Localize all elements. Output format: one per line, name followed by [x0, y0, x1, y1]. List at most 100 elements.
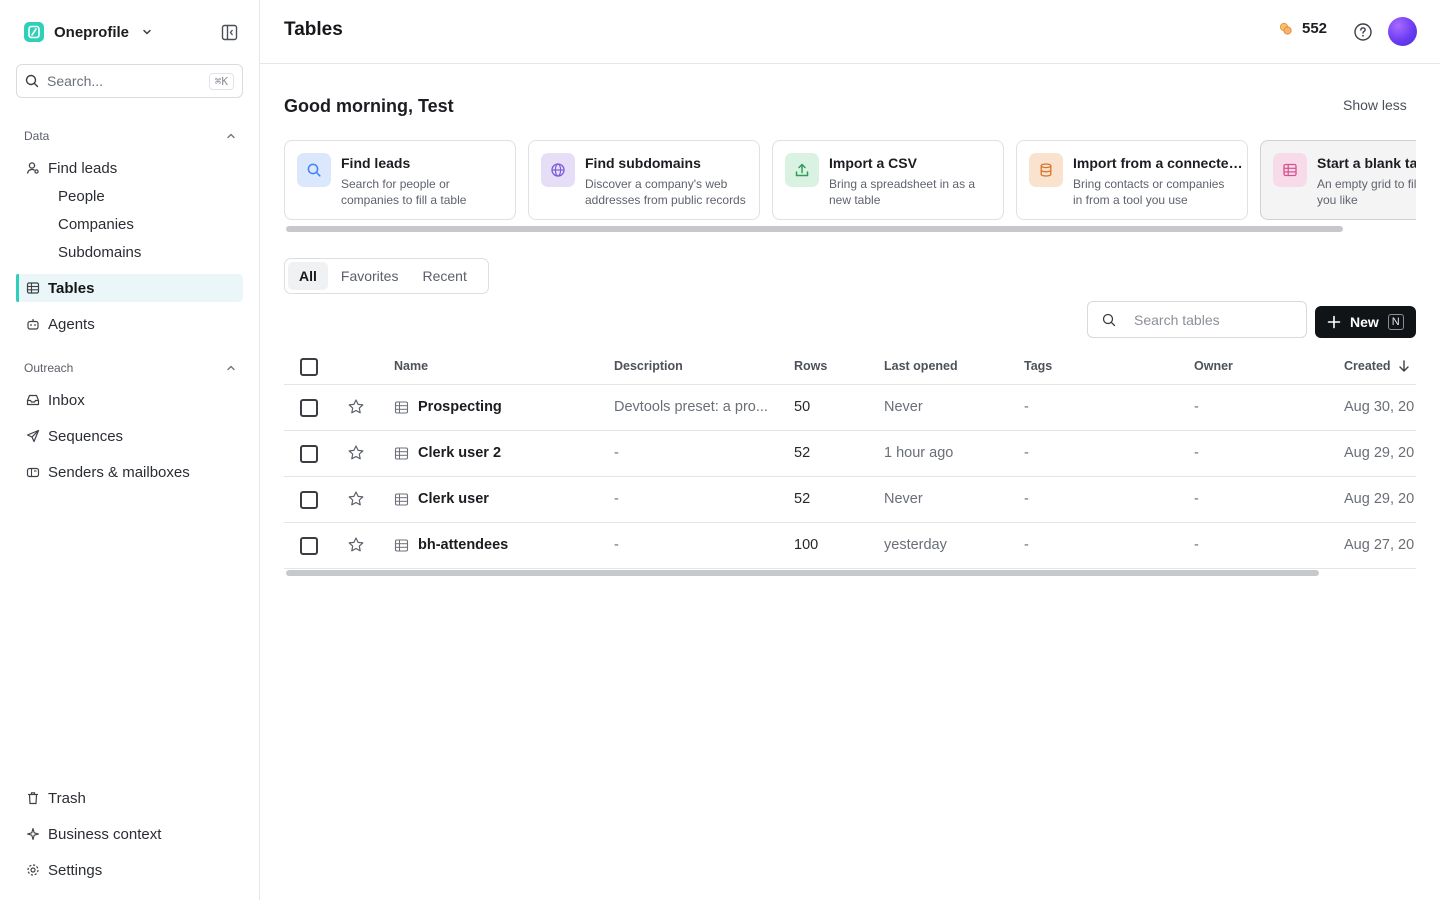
sidebar-item-trash[interactable]: Trash	[16, 784, 243, 812]
sidebar-item-inbox[interactable]: Inbox	[16, 386, 243, 414]
table-icon	[394, 401, 409, 414]
greeting-heading: Good morning, Test	[284, 96, 454, 116]
sidebar-item-people[interactable]: People	[16, 182, 243, 210]
sidebar-item-find-leads[interactable]: Find leads	[16, 154, 243, 182]
section-outreach-header[interactable]: Outreach	[24, 359, 244, 377]
table-row[interactable]: Clerk user - 52 Never - - Aug 29, 20	[284, 477, 1416, 523]
sidebar-item-senders-mailboxes[interactable]: Senders & mailboxes	[16, 458, 243, 486]
credits-balance[interactable]: 552	[1278, 20, 1327, 37]
select-all-checkbox[interactable]	[300, 358, 318, 376]
card-start-blank-table[interactable]: Start a blank table An empty grid to fil…	[1260, 140, 1416, 220]
sidebar-item-sequences[interactable]: Sequences	[16, 422, 243, 450]
workspace-logo-icon	[24, 22, 44, 42]
help-circle-icon	[1354, 23, 1372, 41]
table-search-input[interactable]	[1134, 311, 1284, 328]
show-less-button[interactable]: Show less	[1343, 97, 1407, 113]
row-checkbox[interactable]	[300, 399, 318, 417]
search-icon	[1102, 313, 1116, 326]
sidebar-item-label: Inbox	[48, 391, 85, 409]
sidebar-search-input[interactable]: Search... ⌘K	[16, 64, 243, 98]
arrow-down-icon	[1398, 360, 1409, 372]
tab-all[interactable]: All	[288, 262, 328, 290]
card-import-connected-tool[interactable]: Import from a connected tool Bring conta…	[1016, 140, 1248, 220]
star-icon[interactable]	[347, 490, 365, 508]
sidebar-item-label: Subdomains	[58, 243, 142, 261]
table-icon	[394, 447, 409, 460]
table-icon	[394, 539, 409, 552]
sidebar-item-label: Find leads	[48, 159, 118, 177]
collapse-sidebar-button[interactable]	[218, 21, 240, 43]
user-avatar[interactable]	[1388, 17, 1417, 46]
chevron-up-icon	[227, 365, 235, 371]
card-import-csv[interactable]: Import a CSV Bring a spreadsheet in as a…	[772, 140, 1004, 220]
table-icon	[26, 281, 40, 295]
sidebar-item-label: Business context	[48, 825, 162, 843]
sparkles-icon	[26, 827, 40, 841]
cell-last-opened: yesterday	[884, 537, 947, 553]
column-header-last-opened[interactable]: Last opened	[884, 359, 958, 373]
cell-last-opened: Never	[884, 491, 923, 507]
row-checkbox[interactable]	[300, 491, 318, 509]
table-row[interactable]: Prospecting Devtools preset: a pro... 50…	[284, 385, 1416, 431]
card-description: An empty grid to fill however you like	[1317, 177, 1416, 207]
cell-name: Clerk user 2	[418, 445, 502, 461]
star-icon[interactable]	[347, 398, 365, 416]
sidebar: Oneprofile Search... ⌘K Data Find leads …	[0, 0, 260, 900]
cell-name: Clerk user	[418, 491, 489, 507]
sidebar-item-label: Tables	[48, 279, 95, 297]
carousel-scrollbar[interactable]	[286, 226, 1343, 232]
star-icon[interactable]	[347, 536, 365, 554]
cell-owner: -	[1194, 491, 1199, 507]
sidebar-item-tables[interactable]: Tables	[16, 274, 243, 302]
workspace-switcher[interactable]: Oneprofile	[24, 20, 153, 44]
plus-icon	[1327, 315, 1341, 329]
sidebar-item-label: Companies	[58, 215, 134, 233]
sidebar-item-settings[interactable]: Settings	[16, 856, 243, 884]
sidebar-item-companies[interactable]: Companies	[16, 210, 243, 238]
database-icon	[1029, 153, 1063, 187]
table-row[interactable]: bh-attendees - 100 yesterday - - Aug 27,…	[284, 523, 1416, 569]
workspace-name: Oneprofile	[54, 23, 130, 41]
row-checkbox[interactable]	[300, 445, 318, 463]
row-checkbox[interactable]	[300, 537, 318, 555]
sidebar-item-label: Sequences	[48, 427, 124, 445]
column-header-description[interactable]: Description	[614, 359, 683, 373]
cell-description: -	[614, 445, 619, 461]
new-table-button[interactable]: New N	[1315, 306, 1416, 338]
table-search-field	[1087, 301, 1307, 338]
sidebar-item-agents[interactable]: Agents	[16, 310, 243, 338]
help-button[interactable]	[1352, 21, 1374, 43]
sidebar-item-label: Trash	[48, 789, 86, 807]
cell-owner: -	[1194, 445, 1199, 461]
table-row[interactable]: Clerk user 2 - 52 1 hour ago - - Aug 29,…	[284, 431, 1416, 477]
grid-icon	[1273, 153, 1307, 187]
cell-created: Aug 30, 20	[1344, 399, 1415, 415]
mailbox-icon	[26, 465, 40, 479]
card-find-subdomains[interactable]: Find subdomains Discover a company's web…	[528, 140, 760, 220]
cell-owner: -	[1194, 399, 1199, 415]
column-header-tags[interactable]: Tags	[1024, 359, 1052, 373]
sidebar-item-business-context[interactable]: Business context	[16, 820, 243, 848]
sidebar-item-label: People	[58, 187, 105, 205]
table-header-row: Name Description Rows Last opened Tags O…	[284, 348, 1416, 385]
tab-favorites[interactable]: Favorites	[330, 262, 410, 290]
column-header-rows[interactable]: Rows	[794, 359, 827, 373]
card-title: Find leads	[341, 155, 411, 171]
table-scrollbar[interactable]	[286, 570, 1319, 576]
section-data-label: Data	[24, 129, 50, 143]
column-header-owner[interactable]: Owner	[1194, 359, 1233, 373]
tab-recent[interactable]: Recent	[411, 262, 477, 290]
sidebar-item-subdomains[interactable]: Subdomains	[16, 238, 243, 266]
table-icon	[394, 493, 409, 506]
card-find-leads[interactable]: Find leads Search for people or companie…	[284, 140, 516, 220]
star-icon[interactable]	[347, 444, 365, 462]
credits-count: 552	[1302, 20, 1328, 37]
search-icon	[25, 74, 39, 88]
card-description: Bring a spreadsheet in as a new table	[829, 177, 976, 207]
cell-tags: -	[1024, 399, 1029, 415]
coins-icon	[1279, 22, 1292, 35]
column-header-name[interactable]: Name	[394, 359, 428, 373]
column-header-created[interactable]: Created	[1344, 359, 1411, 373]
card-title: Import a CSV	[829, 155, 917, 171]
section-data-header[interactable]: Data	[24, 127, 244, 145]
